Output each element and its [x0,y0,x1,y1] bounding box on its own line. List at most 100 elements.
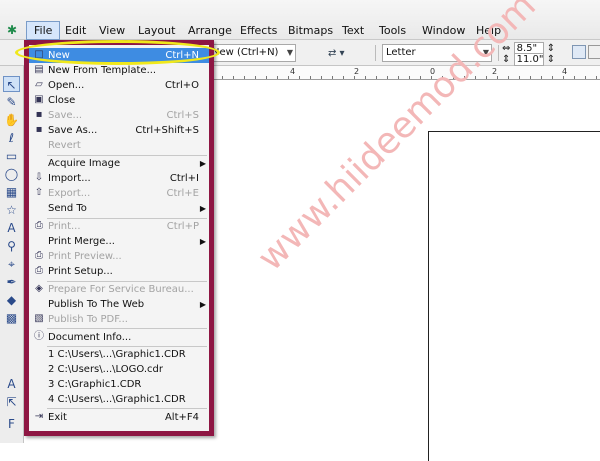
text-tool-icon[interactable]: A [3,220,20,236]
menu-separator [47,408,207,409]
menu-window[interactable]: Window [422,24,465,37]
menu-separator [47,281,207,282]
service-bureau-icon: ◈ [35,283,43,294]
menu-item-4-c-users-graphic1-cdr[interactable]: 4 C:\Users\...\Graphic1.CDR [29,392,209,407]
corel-icon: ✱ [7,23,18,37]
menu-item-label: 2 C:\Users\...\LOGO.cdr [48,364,163,375]
menu-item-publish-to-pdf: ▧ Publish To PDF... [29,312,209,327]
menu-item-print-setup[interactable]: ⎙ Print Setup... [29,264,209,279]
menu-item-label: Print Merge... [48,236,115,247]
menu-layout[interactable]: Layout [138,24,175,37]
menu-item-print: ⎙ Print... Ctrl+P [29,219,209,234]
ruler-number: 4 [290,67,296,76]
menu-item-shortcut: Ctrl+I [169,173,199,184]
font-icon[interactable]: F [3,416,20,432]
open-folder-icon: ▱ [35,79,43,90]
menu-item-label: Import... [48,173,91,184]
menu-item-1-c-users-graphic1-cdr[interactable]: 1 C:\Users\...\Graphic1.CDR [29,347,209,362]
star-tool-icon[interactable]: ☆ [3,202,20,218]
menu-item-label: Save As... [48,125,98,136]
menu-item-revert: Revert [29,138,209,153]
paper-size-value: Letter [386,47,416,58]
menu-item-shortcut: Ctrl+O [164,80,199,91]
eyedropper-tool-icon[interactable]: ⌖ [3,256,20,272]
menu-item-publish-to-the-web[interactable]: Publish To The Web ▶ [29,297,209,312]
print-setup-icon: ⎙ [35,265,43,276]
orientation-icon[interactable]: ⇄ ▾ [328,48,345,59]
menu-item-print-merge[interactable]: Print Merge... ▶ [29,234,209,249]
ruler-number: 4 [562,67,568,76]
submenu-arrow-icon: ▶ [199,237,206,246]
close-icon: ▣ [34,94,44,105]
menu-item-shortcut: Ctrl+E [166,188,200,199]
print-preview-icon: ⎙ [35,250,43,261]
shape-tool-icon[interactable]: ✎ [3,94,20,110]
menu-item-document-info[interactable]: ⓘ Document Info... [29,330,209,345]
menu-item-3-c-graphic1-cdr[interactable]: 3 C:\Graphic1.CDR [29,377,209,392]
export-icon: ⇧ [34,187,44,198]
menu-item-label: Close [48,95,76,106]
spinner-icon[interactable]: ⇕ [547,54,555,65]
interactive-tool-icon[interactable]: ⚲ [3,238,20,254]
landscape-button[interactable] [588,45,600,59]
page-height-input[interactable]: 11.0" [513,53,544,66]
hand-tool-icon[interactable]: ✋ [3,112,20,128]
menu-item-label: 3 C:\Graphic1.CDR [48,379,142,390]
pdf-icon: ▧ [34,313,44,324]
menu-item-save: ▪ Save... Ctrl+S [29,108,209,123]
menu-item-acquire-image[interactable]: Acquire Image ▶ [29,156,209,171]
toolbar-separator [375,45,376,61]
menu-item-prepare-for-service-bureau: ◈ Prepare For Service Bureau... [29,282,209,297]
menu-item-new[interactable]: □ New Ctrl+N [29,48,209,63]
menu-item-open[interactable]: ▱ Open... Ctrl+O [29,78,209,93]
menu-effects[interactable]: Effects [240,24,277,37]
menu-bitmaps[interactable]: Bitmaps [288,24,333,37]
menu-item-label: Print Preview... [48,251,122,262]
menu-item-label: Export... [48,188,91,199]
fill-tool-icon[interactable]: ◆ [3,292,20,308]
menu-item-shortcut: Ctrl+N [165,50,199,61]
template-icon: ▤ [34,64,44,75]
print-icon: ⎙ [35,220,43,231]
menu-item-save-as[interactable]: ▪ Save As... Ctrl+Shift+S [29,123,209,138]
menu-item-label: Print... [48,221,81,232]
menu-item-2-c-users-logo-cdr[interactable]: 2 C:\Users\...\LOGO.cdr [29,362,209,377]
menu-separator [47,155,207,156]
outline-tool-icon[interactable]: ✒ [3,274,20,290]
pick-tool-icon[interactable]: ↖ [3,76,20,92]
menu-item-close[interactable]: ▣ Close [29,93,209,108]
menu-item-import[interactable]: ⇩ Import... Ctrl+I [29,171,209,186]
info-icon: ⓘ [34,331,44,342]
menu-item-label: Revert [48,140,81,151]
menu-item-label: Save... [48,110,83,121]
menu-file[interactable]: File [26,21,61,40]
freehand-tool-icon[interactable]: ℓ [3,130,20,146]
menu-text[interactable]: Text [342,24,364,37]
portrait-button[interactable] [572,45,586,59]
menu-arrange[interactable]: Arrange [188,24,232,37]
menu-item-shortcut: Alt+F4 [164,412,199,423]
menu-item-label: Print Setup... [48,266,113,277]
chevron-down-icon[interactable]: ▼ [287,45,293,61]
menu-tools[interactable]: Tools [379,24,406,37]
menu-item-print-preview: ⎙ Print Preview... [29,249,209,264]
save-as-icon: ▪ [35,124,43,135]
text-style-icon[interactable]: A [3,376,20,392]
mesh-tool-icon[interactable]: ▩ [3,310,20,326]
menu-item-label: Send To [48,203,87,214]
menu-view[interactable]: View [99,24,125,37]
menu-item-exit[interactable]: ⇥ Exit Alt+F4 [29,410,209,425]
menu-item-send-to[interactable]: Send To ▶ [29,201,209,216]
page-boundary [428,131,600,461]
ellipse-tool-icon[interactable]: ◯ [3,166,20,182]
rectangle-tool-icon[interactable]: ▭ [3,148,20,164]
ruler-number: 2 [492,67,498,76]
menu-edit[interactable]: Edit [65,24,86,37]
menu-separator [47,328,207,329]
height-row: ⇕ 11.0" ⇕ [502,53,555,66]
transform-icon[interactable]: ⇱ [3,394,20,410]
grid-tool-icon[interactable]: ▦ [3,184,20,200]
menu-item-label: Open... [48,80,85,91]
menu-item-new-from-template[interactable]: ▤ New From Template... [29,63,209,78]
menu-item-shortcut: Ctrl+Shift+S [135,125,199,136]
